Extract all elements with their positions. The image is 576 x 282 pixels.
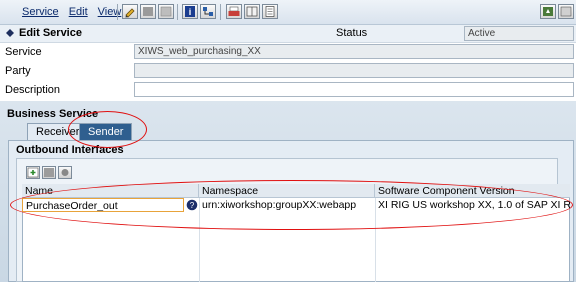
toolbar-separator bbox=[177, 4, 178, 20]
value-help-icon[interactable]: ? bbox=[186, 199, 198, 214]
toolbar-end-button[interactable] bbox=[558, 4, 574, 19]
column-header-version[interactable]: Software Component Version bbox=[375, 184, 570, 198]
save-icon[interactable] bbox=[158, 4, 174, 19]
outbound-interfaces-title: Outbound Interfaces bbox=[16, 144, 124, 156]
menu-service[interactable]: Service bbox=[22, 6, 59, 18]
toolbar-separator bbox=[220, 4, 221, 20]
svg-text:?: ? bbox=[190, 201, 195, 210]
insert-row-icon[interactable] bbox=[26, 166, 40, 179]
menu-edit[interactable]: Edit bbox=[69, 6, 88, 18]
menu: Service Edit View bbox=[22, 6, 121, 18]
row-namespace-cell[interactable]: urn:xiworkshop:groupXX:webapp bbox=[199, 198, 375, 212]
structure-icon[interactable] bbox=[200, 4, 216, 19]
party-field[interactable] bbox=[134, 63, 574, 78]
document-icon[interactable] bbox=[262, 4, 278, 19]
business-service-title: Business Service bbox=[7, 108, 99, 120]
svg-text:i: i bbox=[189, 7, 192, 17]
service-field: XIWS_web_purchasing_XX bbox=[134, 44, 574, 59]
party-label: Party bbox=[5, 65, 31, 77]
display-icon[interactable] bbox=[140, 4, 156, 19]
column-header-namespace[interactable]: Namespace bbox=[199, 184, 375, 198]
service-object-icon bbox=[5, 28, 15, 41]
tab-sender[interactable]: Sender bbox=[79, 123, 133, 140]
edit-pencil-icon[interactable] bbox=[122, 4, 138, 19]
delete-row-icon[interactable] bbox=[42, 166, 56, 179]
right-panel-icon[interactable] bbox=[540, 4, 556, 19]
column-header-name[interactable]: Name bbox=[22, 184, 199, 198]
description-label: Description bbox=[5, 84, 61, 96]
row-version-cell[interactable]: XI RIG US workshop XX, 1.0 of SAP XI RIG bbox=[375, 198, 570, 212]
print-icon[interactable] bbox=[226, 4, 242, 19]
status-label: Status bbox=[336, 27, 368, 39]
settings-icon[interactable] bbox=[58, 166, 72, 179]
menu-bar: Service Edit View i bbox=[0, 0, 576, 25]
info-icon[interactable]: i bbox=[182, 4, 198, 19]
book-icon[interactable] bbox=[244, 4, 260, 19]
header-row: Edit Service Status Active bbox=[0, 25, 576, 43]
toolbar-separator bbox=[117, 4, 118, 20]
status-field: Active bbox=[464, 26, 574, 41]
row-name-cell[interactable]: PurchaseOrder_out bbox=[22, 198, 184, 212]
description-field[interactable] bbox=[134, 82, 574, 97]
page-title: Edit Service bbox=[19, 27, 82, 39]
service-label: Service bbox=[5, 46, 42, 58]
